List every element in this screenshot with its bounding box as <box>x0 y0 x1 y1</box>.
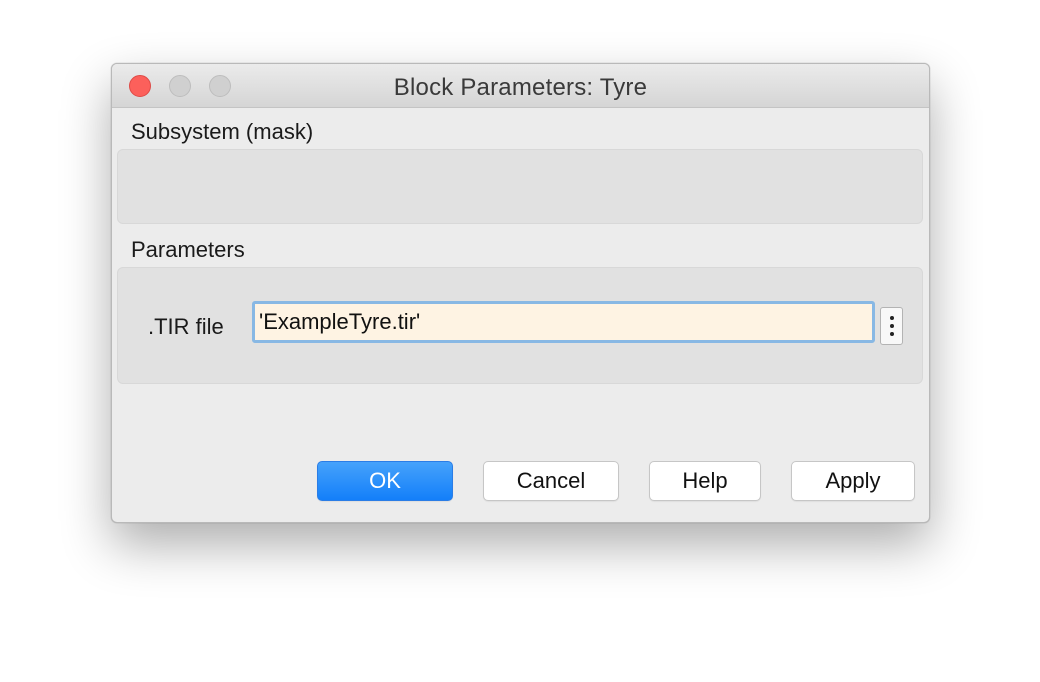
tir-file-options-button[interactable] <box>880 307 903 345</box>
block-parameters-dialog: Block Parameters: Tyre Subsystem (mask) … <box>111 63 930 523</box>
apply-button[interactable]: Apply <box>791 461 915 501</box>
vertical-ellipsis-icon-dot <box>889 332 894 336</box>
help-button[interactable]: Help <box>649 461 761 501</box>
vertical-ellipsis-icon-dot <box>889 324 894 328</box>
title-bar[interactable]: Block Parameters: Tyre <box>112 64 929 108</box>
window-title: Block Parameters: Tyre <box>393 74 648 101</box>
parameters-group: .TIR file <box>117 267 923 384</box>
subsystem-description-box <box>117 149 923 224</box>
subsystem-section-label: Subsystem (mask) <box>131 119 314 144</box>
ok-button[interactable]: OK <box>317 461 453 501</box>
tir-file-label: .TIR file <box>148 314 224 339</box>
parameters-section-label: Parameters <box>131 237 245 262</box>
vertical-ellipsis-icon <box>889 316 894 320</box>
cancel-button[interactable]: Cancel <box>483 461 619 501</box>
tir-file-input[interactable] <box>252 301 875 343</box>
